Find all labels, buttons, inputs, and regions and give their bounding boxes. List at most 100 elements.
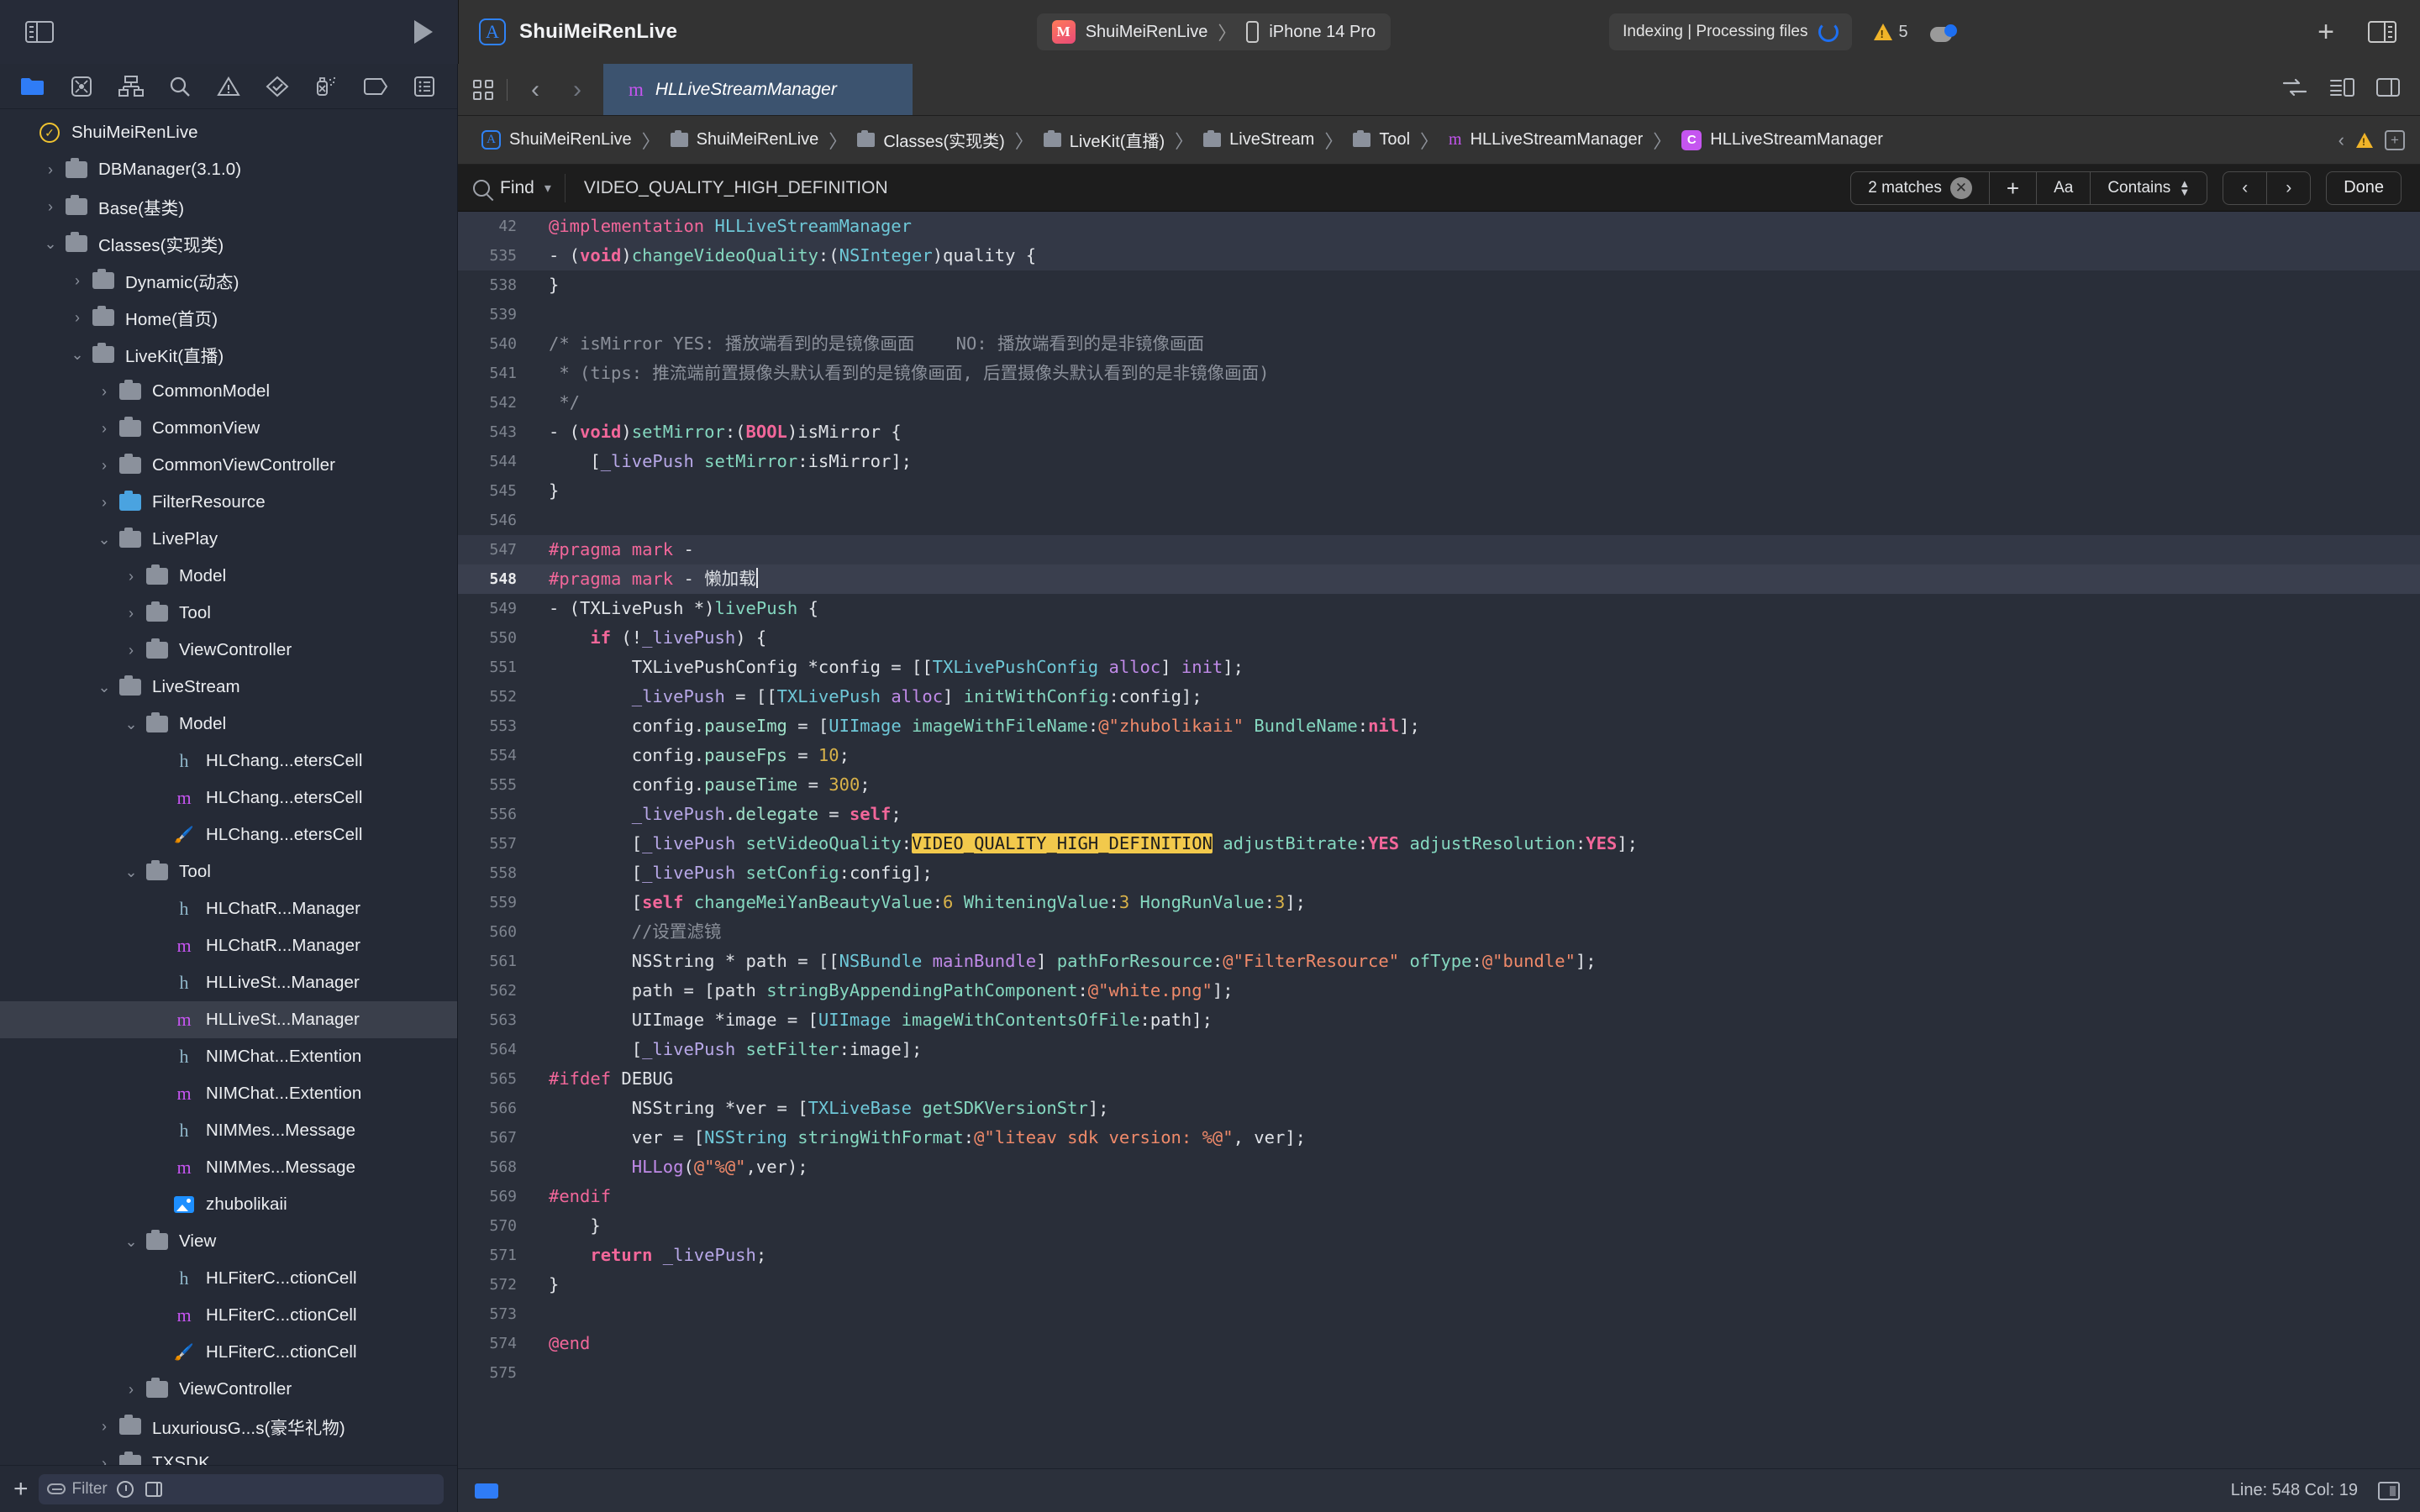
disclosure-triangle-icon[interactable]: ⌄: [119, 716, 143, 733]
disclosure-triangle-icon[interactable]: ›: [92, 1418, 116, 1436]
scheme-name[interactable]: ShuiMeiRenLive: [1086, 23, 1208, 42]
sidebar-left-icon[interactable]: [25, 21, 54, 43]
code-line[interactable]: 539: [458, 300, 2420, 329]
file-tree-row[interactable]: m NIMMes...Message: [0, 1149, 457, 1186]
file-tree-row[interactable]: ⌄ View: [0, 1223, 457, 1260]
navigator-tab-debug-navigator[interactable]: [302, 68, 350, 105]
match-mode-selector[interactable]: Contains ▲ ▼: [2091, 172, 2207, 204]
code-line[interactable]: 543 - (void)setMirror:(BOOL)isMirror {: [458, 417, 2420, 447]
case-sensitivity-button[interactable]: Aa: [2037, 171, 2091, 204]
jump-bar-item[interactable]: m HLLiveStreamManager: [1440, 130, 1651, 150]
play-icon[interactable]: [414, 20, 433, 44]
editor-tab-hllivestreammanager[interactable]: m HLLiveStreamManager: [603, 64, 913, 115]
clear-x-icon[interactable]: ✕: [1949, 176, 1972, 199]
file-tree-row[interactable]: › Tool: [0, 595, 457, 632]
code-line[interactable]: 550 if (!_livePush) {: [458, 623, 2420, 653]
code-line[interactable]: 563 UIImage *image = [UIImage imageWithC…: [458, 1005, 2420, 1035]
code-line[interactable]: 554 config.pauseFps = 10;: [458, 741, 2420, 770]
jump-bar-item[interactable]: LiveKit(直播): [1035, 128, 1173, 152]
disclosure-triangle-icon[interactable]: ›: [119, 568, 143, 585]
jump-bar-item[interactable]: A ShuiMeiRenLive: [473, 130, 640, 150]
code-line[interactable]: 552 _livePush = [[TXLivePush alloc] init…: [458, 682, 2420, 711]
code-line[interactable]: 561 NSString * path = [[NSBundle mainBun…: [458, 947, 2420, 976]
code-line[interactable]: 557 [_livePush setVideoQuality:VIDEO_QUA…: [458, 829, 2420, 858]
file-tree-row[interactable]: h NIMChat...Extention: [0, 1038, 457, 1075]
code-line[interactable]: 544 [_livePush setMirror:isMirror];: [458, 447, 2420, 476]
source-editor[interactable]: 42 @implementation HLLiveStreamManager 535…: [458, 212, 2420, 1468]
file-tree-row[interactable]: m HLLiveSt...Manager: [0, 1001, 457, 1038]
file-tree-row[interactable]: m NIMChat...Extention: [0, 1075, 457, 1112]
file-tree-row[interactable]: › Model: [0, 558, 457, 595]
file-tree-row[interactable]: ⌄ Tool: [0, 853, 457, 890]
file-tree-row[interactable]: h NIMMes...Message: [0, 1112, 457, 1149]
file-tree-row[interactable]: › DBManager(3.1.0): [0, 151, 457, 188]
file-tree-row[interactable]: › Home(首页): [0, 299, 457, 336]
navigator-tab-project-navigator[interactable]: [8, 68, 57, 105]
code-line[interactable]: 570 }: [458, 1211, 2420, 1241]
file-tree-row[interactable]: m HLFiterC...ctionCell: [0, 1297, 457, 1334]
disclosure-triangle-icon[interactable]: ⌄: [92, 531, 116, 549]
code-line[interactable]: 559 [self changeMeiYanBeautyValue:6 Whit…: [458, 888, 2420, 917]
disclosure-triangle-icon[interactable]: ›: [92, 420, 116, 438]
code-line[interactable]: 548 #pragma mark - 懒加载: [458, 564, 2420, 594]
code-line[interactable]: 540 /* isMirror YES: 播放端看到的是镜像画面 NO: 播放端看…: [458, 329, 2420, 359]
code-line[interactable]: 545}: [458, 476, 2420, 506]
file-tree-row[interactable]: ⌄ LiveKit(直播): [0, 336, 457, 373]
disclosure-triangle-icon[interactable]: ›: [92, 383, 116, 401]
file-tree-row[interactable]: › CommonViewController: [0, 447, 457, 484]
disclosure-triangle-icon[interactable]: ›: [119, 605, 143, 622]
disclosure-triangle-icon[interactable]: ›: [119, 1381, 143, 1399]
disclosure-triangle-icon[interactable]: ›: [92, 457, 116, 475]
jump-bar-item[interactable]: Tool: [1344, 130, 1418, 150]
file-tree-row[interactable]: m HLChatR...Manager: [0, 927, 457, 964]
file-tree-row[interactable]: h HLChatR...Manager: [0, 890, 457, 927]
code-line[interactable]: 538}: [458, 270, 2420, 300]
disclosure-triangle-icon[interactable]: ⌄: [92, 679, 116, 696]
code-line[interactable]: 547 #pragma mark -: [458, 535, 2420, 564]
file-tree-row[interactable]: ⌄ Classes(实现类): [0, 225, 457, 262]
filter-input-wrapper[interactable]: Filter: [38, 1473, 444, 1504]
navigator-tab-source-control-navigator[interactable]: [57, 68, 106, 105]
clock-icon[interactable]: [114, 1478, 136, 1500]
disclosure-triangle-icon[interactable]: ›: [92, 1455, 116, 1466]
file-tree-row[interactable]: › FilterResource: [0, 484, 457, 521]
code-line[interactable]: 556 _livePush.delegate = self;: [458, 800, 2420, 829]
code-line[interactable]: 535 - (void)changeVideoQuality:(NSInteger…: [458, 241, 2420, 270]
editor-layout-icon[interactable]: [2329, 77, 2354, 102]
file-tree-row[interactable]: › CommonView: [0, 410, 457, 447]
find-scope-selector[interactable]: Find ▾: [473, 178, 565, 198]
breakpoint-icon[interactable]: [475, 1483, 498, 1499]
file-tree-row[interactable]: ⌄ LiveStream: [0, 669, 457, 706]
project-file-tree[interactable]: ✓ ShuiMeiRenLive › DBManager(3.1.0) › Base(基类…: [0, 109, 457, 1465]
disclosure-triangle-icon[interactable]: ›: [39, 198, 62, 216]
navigator-tab-issue-navigator[interactable]: [204, 68, 253, 105]
chevron-left-icon[interactable]: ‹: [521, 76, 550, 104]
disclosure-triangle-icon[interactable]: ›: [92, 494, 116, 512]
find-add-button[interactable]: +: [1990, 171, 2038, 204]
source-control-cloud-icon[interactable]: [1929, 22, 1959, 42]
jump-bar-item[interactable]: ShuiMeiRenLive: [662, 130, 828, 150]
code-line[interactable]: 560 //设置滤镜: [458, 917, 2420, 947]
code-line[interactable]: 542 */: [458, 388, 2420, 417]
code-line[interactable]: 551 TXLivePushConfig *config = [[TXLiveP…: [458, 653, 2420, 682]
find-done-button[interactable]: Done: [2326, 171, 2402, 205]
disclosure-triangle-icon[interactable]: ›: [66, 309, 89, 327]
jump-bar-item[interactable]: C HLLiveStreamManager: [1673, 129, 1891, 150]
file-tree-row[interactable]: 🖌️ HLChang...etersCell: [0, 816, 457, 853]
code-review-icon[interactable]: [2282, 78, 2307, 101]
code-line[interactable]: 573: [458, 1299, 2420, 1329]
jump-bar-item[interactable]: LiveStream: [1195, 130, 1323, 150]
plus-box-icon[interactable]: +: [2385, 129, 2405, 150]
add-editor-icon[interactable]: [2376, 77, 2400, 102]
code-line[interactable]: 564 [_livePush setFilter:image];: [458, 1035, 2420, 1064]
code-line[interactable]: 572}: [458, 1270, 2420, 1299]
plus-icon[interactable]: +: [2317, 18, 2334, 46]
file-tree-row[interactable]: ✓ ShuiMeiRenLive: [0, 114, 457, 151]
disclosure-triangle-icon[interactable]: ⌄: [119, 864, 143, 881]
disclosure-triangle-icon[interactable]: ⌄: [119, 1233, 143, 1251]
warning-count-group[interactable]: 5: [1873, 23, 1908, 42]
file-tree-row[interactable]: › LuxuriousG...s(豪华礼物): [0, 1408, 457, 1445]
file-tree-row[interactable]: h HLFiterC...ctionCell: [0, 1260, 457, 1297]
file-tree-row[interactable]: › ViewController: [0, 1371, 457, 1408]
file-tree-row[interactable]: h HLLiveSt...Manager: [0, 964, 457, 1001]
